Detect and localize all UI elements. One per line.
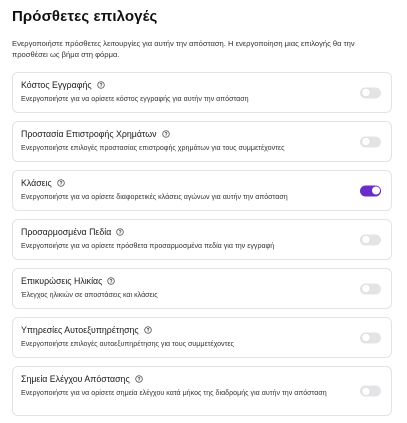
info-icon[interactable] <box>57 179 65 187</box>
info-icon[interactable] <box>143 326 152 334</box>
option-description: Ενεργοποιήστε για να ορίσετε κόστος εγγρ… <box>21 95 249 103</box>
option-card-checkpoints: Σημεία Ελέγχου Απόστασης Ενεργοποιήστε γ… <box>12 366 392 416</box>
option-title: Προσαρμοσμένα Πεδία <box>21 227 112 237</box>
info-icon[interactable] <box>116 228 124 236</box>
info-icon[interactable] <box>161 130 170 138</box>
option-description: Ενεργοποιήστε επιλογές προστασίας επιστρ… <box>21 144 285 152</box>
option-card-classes: Κλάσεις Ενεργοποιήστε για να ορίσετε δια… <box>12 170 392 211</box>
option-description: Ενεργοποιήστε για να ορίσετε πρόσθετα πρ… <box>21 242 275 250</box>
custom-fields-toggle[interactable] <box>360 234 381 245</box>
refund-protection-toggle[interactable] <box>360 136 381 147</box>
option-title: Επικυρώσεις Ηλικίας <box>21 276 103 286</box>
option-title: Κλάσεις <box>21 178 52 188</box>
toggle-knob <box>371 186 380 195</box>
registration-cost-toggle[interactable] <box>360 87 381 98</box>
info-icon[interactable] <box>96 81 105 89</box>
option-description: Έλεγχος ηλικιών σε αποστάσεις και κλάσει… <box>21 291 158 299</box>
options-list: Κόστος Εγγραφής Ενεργοποιήστε για να ορί… <box>12 72 392 416</box>
option-title: Σημεία Ελέγχου Απόστασης <box>21 374 130 384</box>
option-card-self-service: Υπηρεσίες Αυτοεξυπηρέτησης Ενεργοποιήστε… <box>12 317 392 358</box>
checkpoints-toggle[interactable] <box>360 385 381 397</box>
option-card-age-validations: Επικυρώσεις Ηλικίας Έλεγχος ηλικιών σε α… <box>12 268 392 309</box>
toggle-knob <box>361 235 370 244</box>
option-description: Ενεργοποιήστε για να ορίσετε διαφορετικέ… <box>21 193 288 201</box>
option-card-refund-protection: Προστασία Επιστροφής Χρημάτων Ενεργοποιή… <box>12 121 392 162</box>
toggle-knob <box>361 333 370 342</box>
info-icon[interactable] <box>135 375 143 383</box>
option-title: Προστασία Επιστροφής Χρημάτων <box>21 129 157 139</box>
page-description: Ενεργοποιήστε πρόσθετες λειτουργίες για … <box>12 39 355 59</box>
page-title: Πρόσθετες επιλογές <box>12 8 158 25</box>
option-card-registration-cost: Κόστος Εγγραφής Ενεργοποιήστε για να ορί… <box>12 72 392 113</box>
option-description: Ενεργοποιήστε επιλογές αυτοεξυπηρέτησης … <box>21 340 234 348</box>
self-service-toggle[interactable] <box>360 332 381 343</box>
additional-options-page: Πρόσθετες επιλογές Ενεργοποιήστε πρόσθετ… <box>0 0 407 423</box>
toggle-knob <box>361 284 370 293</box>
toggle-knob <box>361 137 370 146</box>
option-title: Υπηρεσίες Αυτοεξυπηρέτησης <box>21 325 139 335</box>
age-validations-toggle[interactable] <box>360 283 381 294</box>
option-title: Κόστος Εγγραφής <box>21 80 92 90</box>
option-description: Ενεργοποιήστε για να ορίσετε σημεία ελέγ… <box>21 389 327 397</box>
classes-toggle[interactable] <box>360 185 381 196</box>
info-icon[interactable] <box>107 277 116 285</box>
toggle-knob <box>361 387 370 395</box>
option-card-custom-fields: Προσαρμοσμένα Πεδία Ενεργοποιήστε για να… <box>12 219 392 260</box>
toggle-knob <box>361 88 370 97</box>
